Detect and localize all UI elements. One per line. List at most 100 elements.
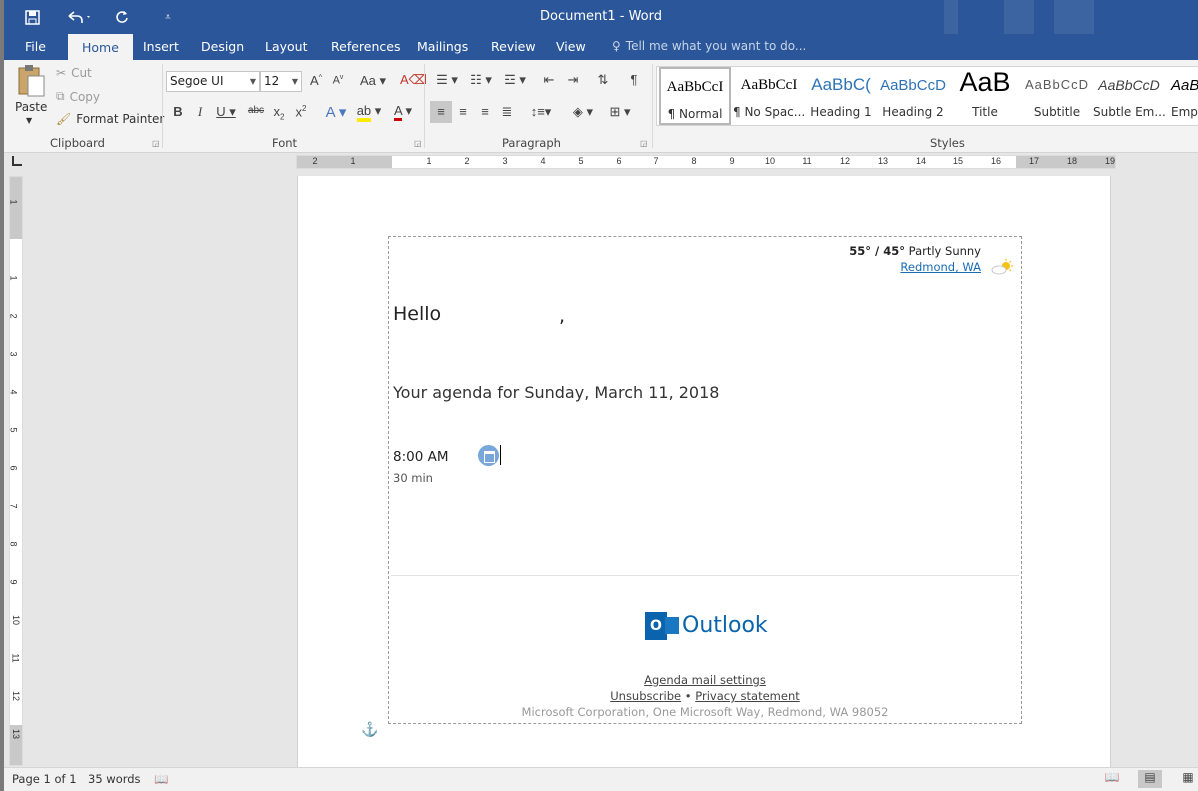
- increase-indent-icon[interactable]: ⇥: [564, 72, 582, 88]
- underline-icon[interactable]: U ▾: [214, 104, 238, 120]
- paragraph-launcher-icon[interactable]: ◲: [640, 139, 648, 148]
- title-bar: ⩡ Document1 - Word: [4, 0, 1198, 34]
- line-spacing-icon[interactable]: ↕≡▾: [526, 104, 556, 120]
- subscript-icon[interactable]: x2: [270, 104, 288, 122]
- numbering-icon[interactable]: ☷ ▾: [466, 72, 496, 88]
- font-group-label: Font: [272, 136, 298, 150]
- bullet-separator: •: [684, 689, 692, 703]
- ruler-number: 5: [578, 156, 584, 166]
- ruler-number: 2: [312, 156, 318, 166]
- style-name: Heading 2: [882, 105, 944, 119]
- tab-mailings[interactable]: Mailings: [417, 34, 468, 60]
- ruler-number: 2: [8, 313, 19, 319]
- bold-icon[interactable]: B: [170, 104, 186, 119]
- ruler-number: 19: [1104, 156, 1116, 166]
- paste-button[interactable]: Paste: [15, 100, 47, 114]
- unsubscribe-link[interactable]: Unsubscribe: [610, 689, 681, 703]
- agenda-container[interactable]: 55° / 45° Partly Sunny Redmond, WA Hello…: [388, 236, 1022, 724]
- proofing-icon[interactable]: 📖: [154, 772, 168, 786]
- ruler-left-margin: [297, 156, 392, 168]
- strikethrough-icon[interactable]: abc: [246, 105, 266, 116]
- ruler-number: 11: [802, 156, 812, 166]
- style-heading-1[interactable]: AaBbC( Heading 1: [805, 67, 877, 125]
- clear-formatting-icon[interactable]: A⌫: [400, 72, 427, 88]
- location-link[interactable]: Redmond, WA: [900, 260, 981, 274]
- ruler-number: 7: [8, 503, 19, 509]
- font-color-icon[interactable]: A ▾: [390, 103, 416, 121]
- ruler-number: 10: [11, 614, 22, 626]
- web-layout-icon[interactable]: ▦: [1176, 770, 1198, 788]
- copy-icon: ⧉: [56, 89, 65, 103]
- greeting: Hello: [393, 303, 442, 325]
- horizontal-ruler[interactable]: 2 1 1 2 3 4 5 6 7 8 9 10 11 12 13 14 15 …: [296, 155, 1116, 169]
- format-painter-button[interactable]: 🖌 Format Painter: [56, 112, 164, 126]
- tab-view[interactable]: View: [556, 34, 586, 60]
- grow-font-icon[interactable]: A^: [308, 73, 324, 88]
- event-time: 8:00 AM: [393, 449, 449, 465]
- style-subtle-emphasis[interactable]: AaBbCcD Subtle Em...: [1093, 67, 1165, 125]
- styles-group-label: Styles: [930, 136, 965, 150]
- unsubscribe-line: Unsubscribe • Privacy statement: [389, 689, 1021, 703]
- privacy-link[interactable]: Privacy statement: [695, 689, 800, 703]
- tab-references[interactable]: References: [331, 34, 400, 60]
- multilevel-list-icon[interactable]: ☲ ▾: [500, 72, 530, 88]
- style-normal[interactable]: AaBbCcI ¶ Normal: [659, 67, 731, 125]
- bullets-icon[interactable]: ☰ ▾: [432, 72, 462, 88]
- tab-home[interactable]: Home: [68, 34, 133, 60]
- tab-layout[interactable]: Layout: [265, 34, 308, 60]
- weather-description: Partly Sunny: [908, 244, 981, 258]
- document-page[interactable]: 55° / 45° Partly Sunny Redmond, WA Hello…: [297, 176, 1111, 768]
- ruler-number: 17: [1028, 156, 1040, 166]
- align-center-icon[interactable]: ≡: [454, 104, 472, 119]
- print-layout-icon[interactable]: ▤: [1138, 770, 1162, 788]
- paste-icon[interactable]: [16, 64, 46, 98]
- tell-me-box[interactable]: ♀ Tell me what you want to do...: [612, 34, 806, 60]
- decrease-indent-icon[interactable]: ⇤: [540, 72, 558, 88]
- show-formatting-icon[interactable]: ¶: [626, 72, 642, 87]
- read-mode-icon[interactable]: 📖: [1100, 770, 1124, 788]
- style-subtitle[interactable]: AaBbCcD Subtitle: [1021, 67, 1093, 125]
- italic-icon[interactable]: I: [192, 104, 208, 120]
- outlook-brand: Outlook: [682, 613, 768, 638]
- sort-icon[interactable]: ⇅: [594, 72, 612, 88]
- anchor-icon[interactable]: ⚓: [361, 721, 378, 738]
- paste-dropdown-icon[interactable]: ▼: [26, 116, 32, 125]
- font-size-combo[interactable]: 12 ▼: [260, 71, 302, 92]
- change-case-icon[interactable]: Aa ▾: [358, 73, 388, 89]
- tab-file[interactable]: File: [25, 34, 46, 60]
- chevron-down-icon: ▼: [249, 77, 256, 86]
- word-count[interactable]: 35 words: [88, 772, 141, 786]
- ruler-number: 13: [877, 156, 889, 166]
- tab-review[interactable]: Review: [491, 34, 536, 60]
- copy-button[interactable]: ⧉ Copy: [56, 89, 100, 104]
- text-effects-icon[interactable]: A ▾: [322, 103, 350, 121]
- style-emphasis[interactable]: AaBb Empl: [1165, 67, 1198, 125]
- font-family-combo[interactable]: Segoe UI ▼: [166, 71, 260, 92]
- group-separator: [424, 64, 425, 148]
- tab-design[interactable]: Design: [201, 34, 244, 60]
- ruler-number: 2: [464, 156, 470, 166]
- weather-temperature: 55° / 45°: [849, 244, 905, 258]
- superscript-icon[interactable]: x2: [292, 104, 310, 119]
- agenda-settings-link[interactable]: Agenda mail settings: [644, 673, 766, 687]
- style-heading-2[interactable]: AaBbCcD Heading 2: [877, 67, 949, 125]
- font-launcher-icon[interactable]: ◲: [414, 139, 422, 148]
- paintbrush-icon: 🖌: [56, 112, 72, 126]
- style-no-spacing[interactable]: AaBbCcI ¶ No Spac...: [733, 67, 805, 125]
- shading-icon[interactable]: ◈ ▾: [568, 104, 598, 120]
- clipboard-launcher-icon[interactable]: ◲: [152, 139, 160, 148]
- page-count[interactable]: Page 1 of 1: [12, 772, 77, 786]
- align-right-icon[interactable]: ≡: [476, 104, 494, 119]
- scissors-icon: ✂: [56, 66, 67, 80]
- shrink-font-icon[interactable]: Av: [330, 74, 346, 87]
- justify-icon[interactable]: ≣: [498, 104, 516, 120]
- tab-selector-icon[interactable]: [12, 156, 22, 166]
- vertical-ruler[interactable]: 1 1 2 3 4 5 6 7 8 9 10 11 12 13: [9, 176, 23, 766]
- style-title[interactable]: AaB Title: [949, 67, 1021, 125]
- word-window: ⩡ Document1 - Word File Home Insert Desi…: [0, 0, 1198, 791]
- highlight-icon[interactable]: ab ▾: [354, 103, 384, 122]
- borders-icon[interactable]: ⊞ ▾: [604, 104, 636, 120]
- align-left-icon[interactable]: ≡: [430, 101, 452, 123]
- cut-button[interactable]: ✂ Cut: [56, 66, 92, 80]
- tab-insert[interactable]: Insert: [143, 34, 179, 60]
